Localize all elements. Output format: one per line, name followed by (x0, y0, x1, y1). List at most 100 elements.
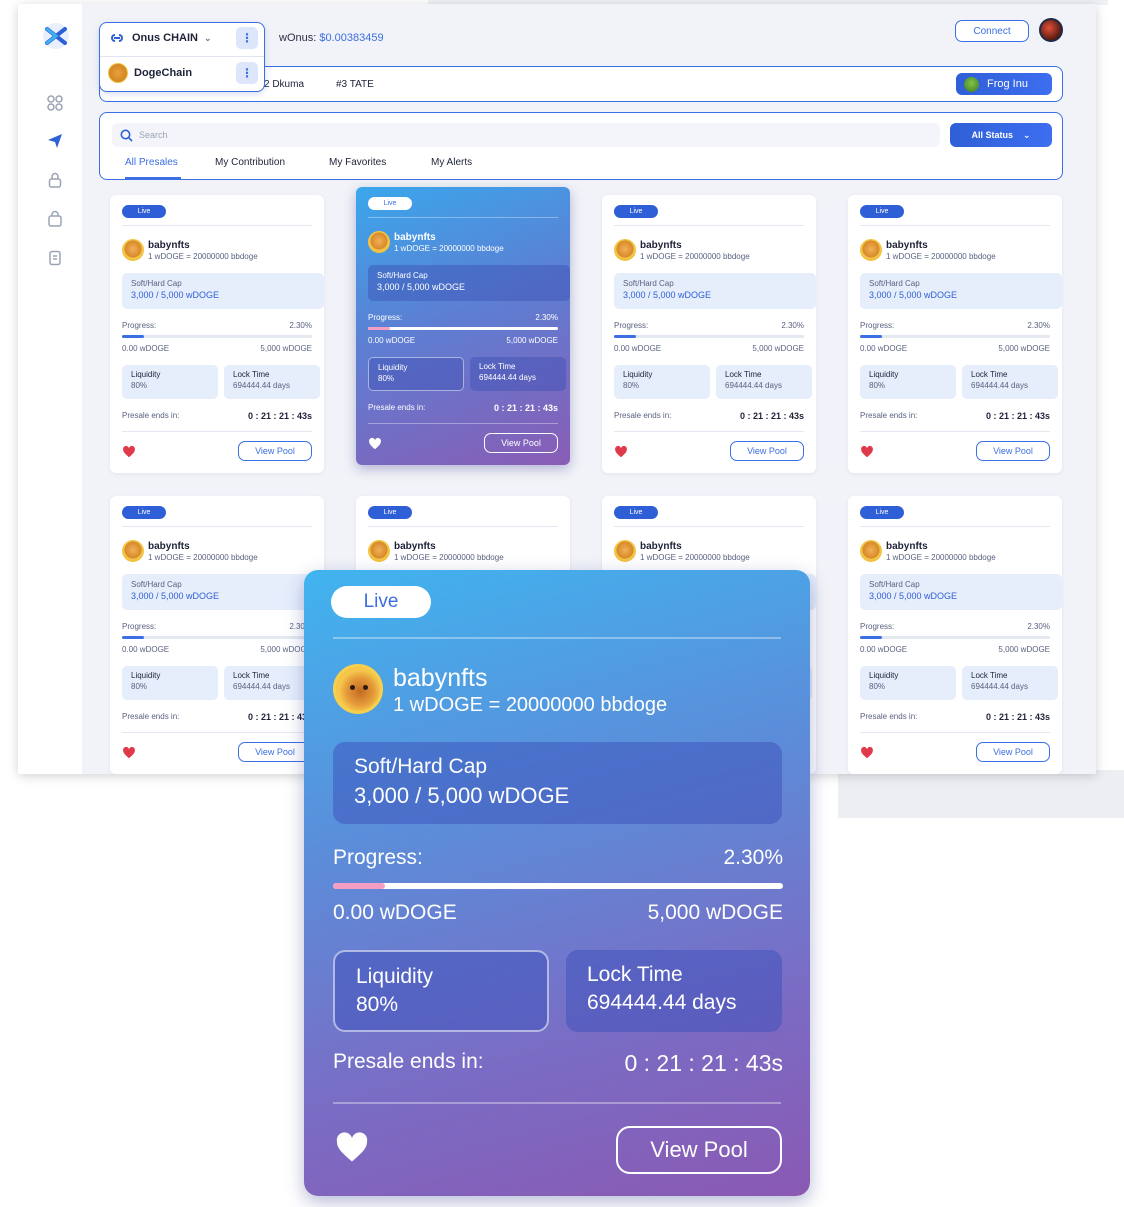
presale-card[interactable]: Live babynfts1 wDOGE = 20000000 bbdoge Sof… (110, 195, 324, 473)
user-avatar[interactable] (1039, 18, 1063, 42)
token-rate: 1 wDOGE = 20000000 bbdoge (640, 553, 750, 562)
progress-percent: 2.30% (535, 313, 558, 322)
live-badge: Live (614, 205, 658, 218)
view-pool-button[interactable]: View Pool (730, 441, 804, 461)
progress-range: 0.00 wDOGE 5,000 wDOGE (860, 344, 1050, 353)
progress-row: Progress: 2.30% (122, 321, 312, 330)
presale-card[interactable]: Live babynfts1 wDOGE = 20000000 bbdoge Sof… (848, 496, 1062, 774)
token-rate: 1 wDOGE = 20000000 bbdoge (886, 252, 996, 261)
lock-time-box: Lock Time 694444.44 days (566, 950, 782, 1032)
wonus-value: $0.00383459 (319, 32, 384, 44)
divider (122, 225, 312, 226)
ticker-item[interactable]: 2 Dkuma (264, 79, 304, 90)
search-input[interactable]: Search (112, 123, 940, 147)
progress-label: Progress: (122, 321, 157, 330)
frog-icon (964, 76, 979, 92)
tab-my-alerts[interactable]: My Alerts (431, 157, 472, 168)
chevron-down-icon: ⌄ (1022, 129, 1031, 140)
presale-card[interactable]: Live babynfts1 wDOGE = 20000000 bbdoge Sof… (848, 195, 1062, 473)
featured-token-button[interactable]: Frog Inu (956, 73, 1052, 95)
ticker-item[interactable]: #3 TATE (336, 79, 374, 90)
heart-icon[interactable] (334, 1130, 370, 1166)
view-pool-button[interactable]: View Pool (616, 1126, 782, 1174)
presale-card[interactable]: Live babynfts1 wDOGE = 20000000 bbdoge Sof… (356, 187, 570, 465)
heart-icon[interactable] (614, 445, 628, 459)
progress-min: 0.00 wDOGE (614, 344, 662, 353)
send-icon[interactable] (46, 132, 64, 150)
token-avatar (333, 664, 383, 714)
progress-percent: 2.30% (1027, 622, 1050, 631)
token-avatar (368, 540, 390, 562)
avatar-eye (363, 685, 368, 690)
liquidity-value: 80% (131, 682, 148, 691)
more-icon[interactable]: ⋮ (236, 62, 258, 84)
lock-icon[interactable] (46, 171, 64, 189)
heart-icon[interactable] (368, 437, 382, 451)
logo-icon[interactable] (42, 22, 70, 50)
token-name: babynfts (640, 541, 682, 552)
live-badge: Live (331, 586, 431, 618)
document-icon[interactable] (46, 249, 64, 267)
progress-label: Progress: (614, 321, 649, 330)
heart-icon[interactable] (860, 445, 874, 459)
view-pool-button[interactable]: View Pool (484, 433, 558, 453)
heart-icon[interactable] (860, 746, 874, 760)
connect-button[interactable]: Connect (955, 20, 1029, 42)
cap-value: 3,000 / 5,000 wDOGE (869, 591, 958, 601)
progress-range: 0.00 wDOGE 5,000 wDOGE (368, 336, 558, 345)
view-pool-button[interactable]: View Pool (976, 441, 1050, 461)
progress-min: 0.00 wDOGE (333, 901, 457, 924)
progress-label: Progress: (333, 846, 423, 869)
chain-option-onus[interactable]: Onus CHAIN ⌄ ⋮ (108, 27, 258, 49)
divider (333, 637, 781, 639)
presale-ends-row: Presale ends in: 0 : 21 : 21 : 43s (860, 712, 1050, 722)
cap-box: Soft/Hard Cap 3,000 / 5,000 wDOGE (122, 273, 324, 309)
token-rate: 1 wDOGE = 20000000 bbdoge (393, 694, 668, 716)
token-name: babynfts (394, 541, 436, 552)
tab-all-presales[interactable]: All Presales (125, 157, 178, 168)
presale-countdown: 0 : 21 : 21 : 43s (493, 403, 558, 413)
view-pool-button[interactable]: View Pool (238, 441, 312, 461)
lock-time-value: 694444.44 days (587, 991, 737, 1014)
token-rate: 1 wDOGE = 20000000 bbdoge (886, 553, 996, 562)
view-pool-button[interactable]: View Pool (976, 742, 1050, 762)
heart-icon[interactable] (122, 746, 136, 760)
liquidity-box: Liquidity 80% (122, 666, 218, 700)
grid-icon[interactable] (46, 94, 64, 112)
divider (614, 225, 804, 226)
liquidity-value: 80% (869, 682, 886, 691)
background-strip (838, 770, 1124, 818)
live-badge: Live (614, 506, 658, 519)
progress-label: Progress: (860, 321, 895, 330)
progress-bar (860, 636, 1050, 639)
progress-min: 0.00 wDOGE (860, 645, 908, 654)
presale-card[interactable]: Live babynfts1 wDOGE = 20000000 bbdoge Sof… (602, 195, 816, 473)
chain-option-dogechain[interactable]: DogeChain ⋮ (108, 62, 258, 84)
lock-time-label: Lock Time (725, 370, 762, 379)
token-name: babynfts (394, 232, 436, 243)
presale-countdown: 0 : 21 : 21 : 43s (247, 411, 312, 421)
tab-my-contribution[interactable]: My Contribution (215, 157, 285, 168)
lock-time-value: 694444.44 days (971, 682, 1028, 691)
progress-max: 5,000 wDOGE (506, 336, 558, 345)
divider (860, 431, 1050, 432)
status-dropdown[interactable]: All Status ⌄ (950, 123, 1052, 147)
live-badge: Live (860, 205, 904, 218)
tab-my-favorites[interactable]: My Favorites (329, 157, 386, 168)
lock-time-label: Lock Time (233, 370, 270, 379)
more-icon[interactable]: ⋮ (236, 27, 258, 49)
progress-row: Progress: 2.30% (860, 321, 1050, 330)
heart-icon[interactable] (122, 445, 136, 459)
presale-ends-row: Presale ends in: 0 : 21 : 21 : 43s (860, 411, 1050, 421)
presale-card[interactable]: Live babynfts1 wDOGE = 20000000 bbdoge Sof… (110, 496, 324, 774)
progress-range: 0.00 wDOGE 5,000 wDOGE (614, 344, 804, 353)
chain-selector[interactable]: Onus CHAIN ⌄ ⋮ DogeChain ⋮ (99, 22, 265, 92)
view-pool-button[interactable]: View Pool (238, 742, 312, 762)
live-badge: Live (368, 506, 412, 519)
live-badge: Live (122, 506, 166, 519)
liquidity-value: 80% (356, 993, 399, 1016)
chain-option-label: DogeChain (134, 67, 193, 79)
progress-percent: 2.30% (1027, 321, 1050, 330)
bag-icon[interactable] (46, 210, 64, 228)
liquidity-box: Liquidity 80% (614, 365, 710, 399)
